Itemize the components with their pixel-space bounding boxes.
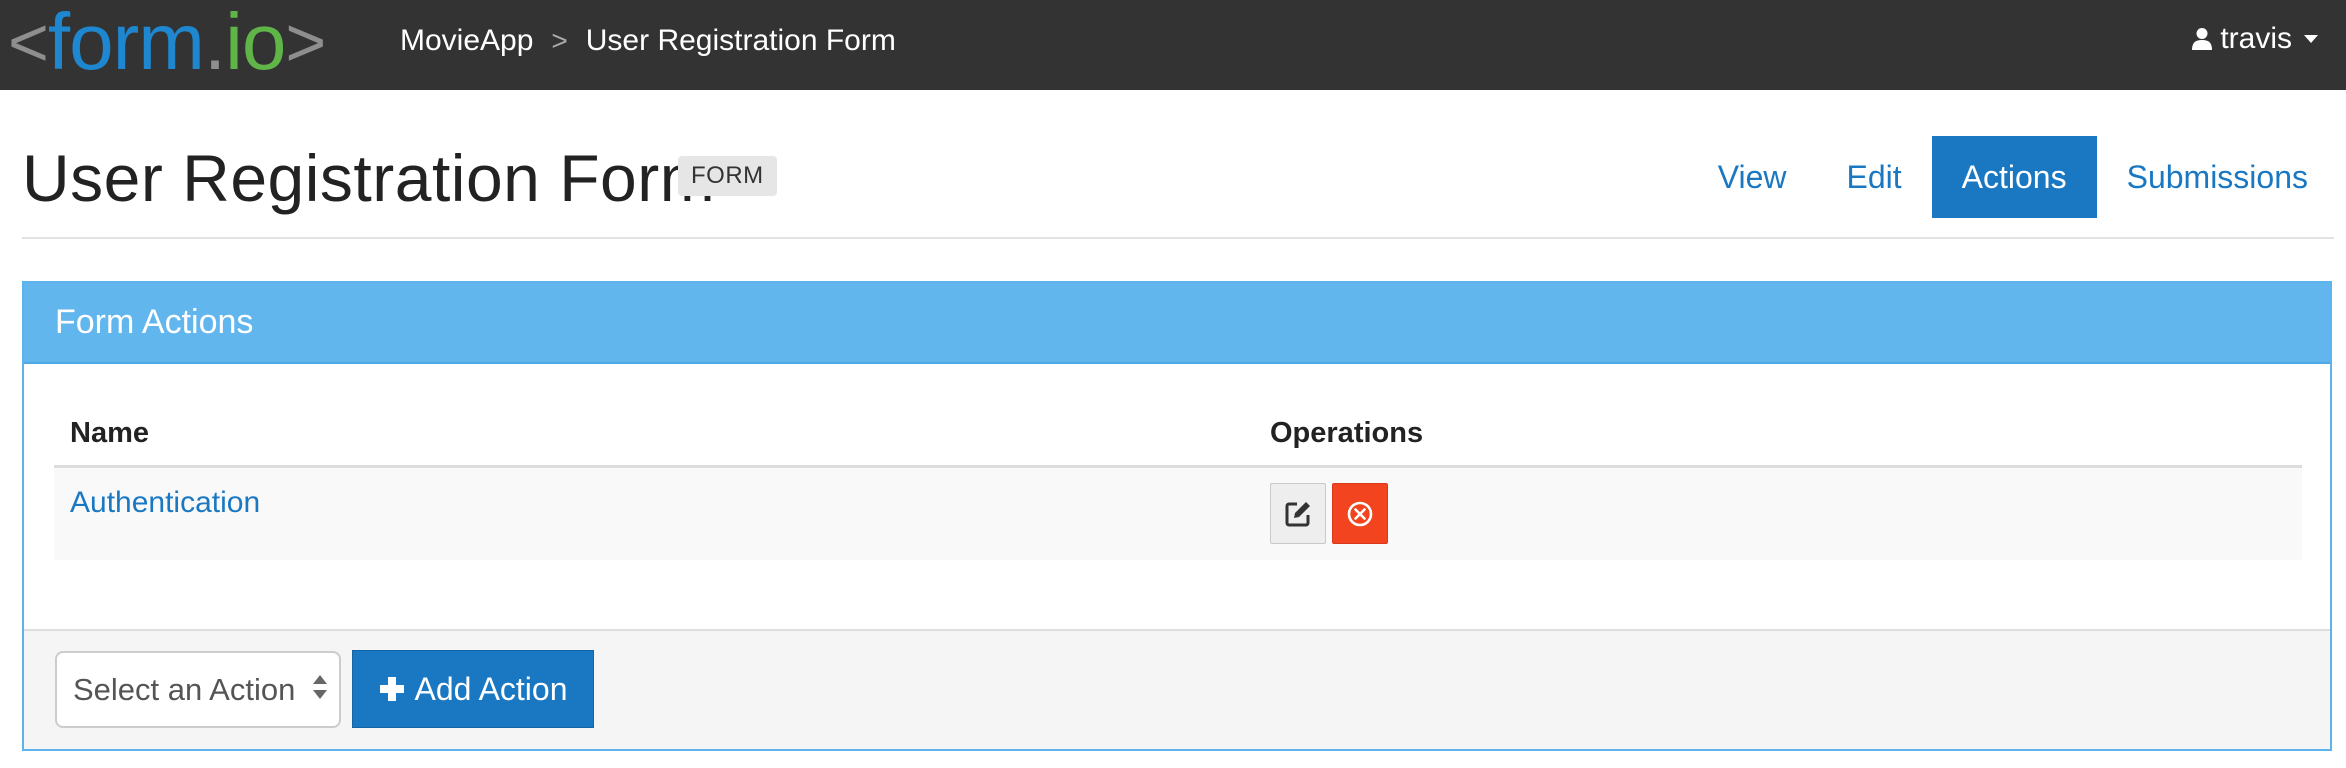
column-header-operations: Operations (1270, 416, 1424, 449)
chevron-down-icon (2304, 35, 2318, 43)
logo-word-form: form (47, 0, 205, 86)
header-divider (22, 237, 2334, 239)
form-type-badge: FORM (678, 156, 777, 196)
column-header-name: Name (70, 416, 149, 449)
action-name-link[interactable]: Authentication (54, 468, 1270, 520)
form-actions-panel: Form Actions Name Operations Authenticat… (22, 281, 2332, 751)
row-operations (1270, 468, 2302, 544)
plus-icon (379, 677, 404, 701)
panel-title: Form Actions (55, 303, 254, 341)
tab-edit[interactable]: Edit (1817, 136, 1932, 218)
logo-open-bracket: < (8, 3, 49, 81)
table-header: Name Operations (54, 401, 2302, 468)
breadcrumb-current: User Registration Form (585, 24, 896, 57)
tab-view[interactable]: View (1688, 136, 1817, 218)
form-tabs: View Edit Actions Submissions (1688, 136, 2338, 218)
top-navbar: < form. io > MovieApp > User Registration F… (0, 0, 2346, 90)
page-title: User Registration Form (22, 141, 716, 215)
select-value: Select an Action (73, 671, 296, 707)
action-type-select[interactable]: Select an Action (55, 651, 341, 728)
breadcrumb-project-link[interactable]: MovieApp (400, 24, 533, 58)
logo-word-io: io (225, 0, 286, 86)
user-name: travis (2220, 22, 2292, 55)
panel-heading: Form Actions (24, 283, 2330, 364)
add-action-label: Add Action (414, 670, 568, 707)
select-arrows-icon (313, 675, 327, 699)
edit-action-button[interactable] (1270, 483, 1326, 544)
logo-close-bracket: > (285, 3, 326, 81)
formio-logo[interactable]: < form. io > (8, 0, 326, 86)
delete-action-button[interactable] (1332, 483, 1388, 544)
edit-icon (1285, 501, 1310, 526)
breadcrumb: MovieApp > User Registration Form (400, 24, 896, 58)
user-icon (2192, 28, 2213, 50)
actions-table: Name Operations Authentication (54, 401, 2302, 560)
tab-actions[interactable]: Actions (1931, 136, 2097, 218)
table-row: Authentication (54, 468, 2302, 560)
tab-submissions[interactable]: Submissions (2097, 136, 2338, 218)
delete-icon (1347, 501, 1373, 526)
logo-dot: . (203, 0, 226, 86)
breadcrumb-separator: > (551, 25, 568, 56)
panel-footer: Select an Action Add Action (24, 629, 2330, 749)
user-menu[interactable]: travis (2192, 22, 2318, 56)
add-action-button[interactable]: Add Action (352, 650, 594, 728)
